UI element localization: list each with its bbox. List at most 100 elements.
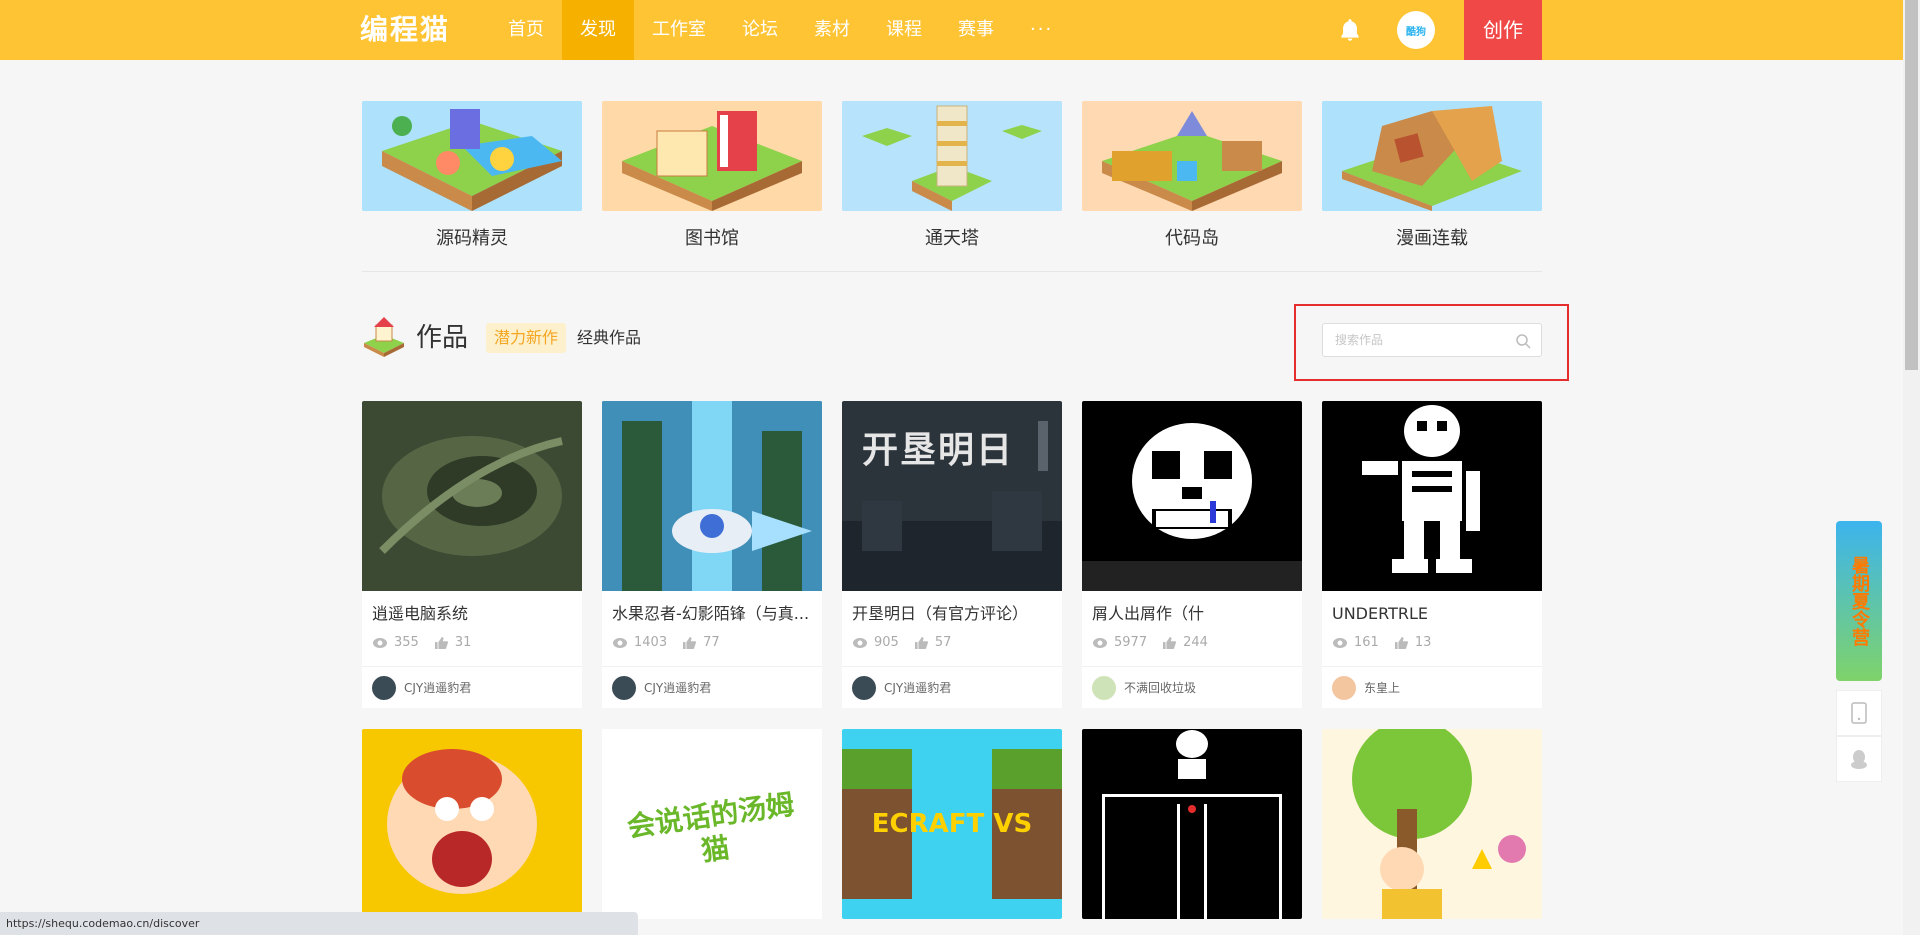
author-avatar[interactable] [1092, 675, 1116, 700]
eye-icon [1093, 637, 1107, 648]
nav-forum[interactable]: 论坛 [724, 0, 796, 60]
author-avatar[interactable] [852, 675, 876, 700]
like-count: 57 [934, 635, 952, 650]
like-count: 77 [703, 635, 720, 650]
nav-home[interactable]: 首页 [490, 0, 562, 60]
category-image [1082, 101, 1302, 211]
work-card[interactable]: UNDERTRLE 161 13 东皇上 [1322, 401, 1542, 708]
scrollbar-thumb[interactable] [1905, 0, 1918, 370]
nav-materials[interactable]: 素材 [796, 0, 868, 60]
summer-camp-text: 暑期夏令营 [1849, 556, 1870, 646]
author-avatar[interactable] [372, 675, 396, 700]
works-search-input[interactable] [1323, 324, 1503, 356]
category-comics[interactable]: 漫画连载 [1322, 101, 1542, 251]
like-count: 31 [454, 635, 472, 650]
work-card[interactable]: 屑人出屑作（什 5977 244 不满回收垃圾 [1082, 401, 1302, 708]
notification-bell-icon[interactable] [1337, 17, 1363, 43]
category-source-sprite[interactable]: 源码精灵 [362, 101, 582, 251]
work-thumbnail [362, 401, 582, 591]
author-avatar[interactable] [612, 675, 636, 700]
work-title: UNDERTRLE [1332, 604, 1428, 623]
author-avatar[interactable] [1332, 675, 1356, 700]
work-thumbnail: 开垦明日 [842, 401, 1062, 591]
tab-potential-new[interactable]: 潜力新作 [486, 323, 567, 353]
work-title: 屑人出屑作（什 [1092, 604, 1205, 623]
eye-icon [1333, 637, 1347, 648]
thumbs-up-icon [1394, 636, 1408, 649]
category-image [1322, 101, 1542, 211]
phone-icon [1851, 702, 1867, 724]
nav-discover[interactable]: 发现 [562, 0, 634, 60]
work-card[interactable] [1082, 729, 1302, 919]
category-label: 图书馆 [685, 228, 739, 249]
like-count: 244 [1183, 635, 1208, 650]
work-card[interactable] [362, 729, 582, 919]
qq-icon [1851, 750, 1867, 769]
author-name[interactable]: 不满回收垃圾 [1124, 679, 1196, 696]
view-count: 905 [874, 635, 899, 650]
category-code-island[interactable]: 代码岛 [1082, 101, 1302, 251]
work-title: 开垦明日（有官方评论） [852, 604, 1029, 623]
work-thumbnail [1082, 401, 1302, 591]
category-label: 漫画连载 [1396, 228, 1468, 249]
work-thumbnail [362, 729, 582, 919]
work-thumbnail [1322, 401, 1542, 591]
work-card[interactable] [1322, 729, 1542, 919]
work-thumbnail [1322, 729, 1542, 919]
view-count: 5977 [1114, 635, 1148, 650]
work-thumbnail: 会说话的汤姆猫 [602, 729, 822, 919]
work-title: 水果忍者-幻影陌锋（与真... [612, 604, 810, 623]
create-button[interactable]: 创作 [1464, 0, 1542, 60]
category-image [362, 101, 582, 211]
work-card[interactable]: 水果忍者-幻影陌锋（与真... 1403 77 CJY逍遥豹君 [602, 401, 822, 708]
qq-contact-button[interactable] [1836, 736, 1882, 782]
section-divider [362, 271, 1542, 272]
thumbs-up-icon [683, 636, 697, 649]
works-grid: 逍遥电脑系统 355 31 CJY逍遥豹君 水果忍者-幻影陌锋（与真... 14… [362, 401, 1542, 919]
works-search-box [1322, 323, 1542, 357]
mobile-app-button[interactable] [1836, 690, 1882, 736]
category-label: 源码精灵 [436, 228, 508, 249]
author-name[interactable]: 东皇上 [1364, 679, 1400, 696]
view-count: 355 [394, 635, 419, 650]
author-name[interactable]: CJY逍遥豹君 [404, 679, 471, 696]
work-thumbnail [1082, 729, 1302, 919]
user-avatar[interactable]: 酷狗 [1397, 11, 1435, 49]
works-section-icon [364, 317, 404, 357]
author-name[interactable]: CJY逍遥豹君 [884, 679, 951, 696]
search-icon[interactable] [1515, 333, 1531, 349]
category-library[interactable]: 图书馆 [602, 101, 822, 251]
eye-icon [373, 637, 387, 648]
work-card[interactable]: 逍遥电脑系统 355 31 CJY逍遥豹君 [362, 401, 582, 708]
work-thumbnail: ECRAFT VS [842, 729, 1062, 919]
work-card[interactable]: 会说话的汤姆猫 [602, 729, 822, 919]
author-name[interactable]: CJY逍遥豹君 [644, 679, 711, 696]
main-nav: 首页 发现 工作室 论坛 素材 课程 赛事 ··· [490, 0, 1071, 60]
work-title: 逍遥电脑系统 [372, 604, 469, 623]
works-section-title: 作品 [416, 323, 469, 353]
view-count: 161 [1354, 635, 1379, 650]
thumbs-up-icon [914, 636, 928, 649]
thumbs-up-icon [434, 636, 448, 649]
category-label: 通天塔 [925, 228, 979, 249]
nav-contests[interactable]: 赛事 [940, 0, 1012, 60]
category-image [842, 101, 1062, 211]
nav-more-button[interactable]: ··· [1012, 0, 1071, 60]
site-logo[interactable]: 编程猫 [360, 10, 450, 50]
view-count: 1403 [634, 635, 668, 650]
thumbs-up-icon [1163, 636, 1177, 649]
nav-courses[interactable]: 课程 [868, 0, 940, 60]
category-row: 源码精灵 图书馆 通天塔 代码岛 漫画连载 [362, 101, 1542, 251]
work-card[interactable]: ECRAFT VS [842, 729, 1062, 919]
category-image [602, 101, 822, 211]
work-card[interactable]: 开垦明日 开垦明日（有官方评论） 905 57 CJY逍遥豹君 [842, 401, 1062, 708]
eye-icon [853, 637, 867, 648]
page-scrollbar[interactable] [1903, 0, 1920, 935]
nav-studio[interactable]: 工作室 [634, 0, 724, 60]
summer-camp-banner[interactable]: 暑期夏令营 [1836, 521, 1882, 681]
browser-status-url: https://shequ.codemao.cn/discover [0, 912, 638, 935]
work-thumbnail [602, 401, 822, 591]
top-nav-bar: 编程猫 首页 发现 工作室 论坛 素材 课程 赛事 ··· 酷狗 创作 [0, 0, 1920, 60]
category-tower[interactable]: 通天塔 [842, 101, 1062, 251]
tab-classic-works[interactable]: 经典作品 [569, 323, 649, 353]
